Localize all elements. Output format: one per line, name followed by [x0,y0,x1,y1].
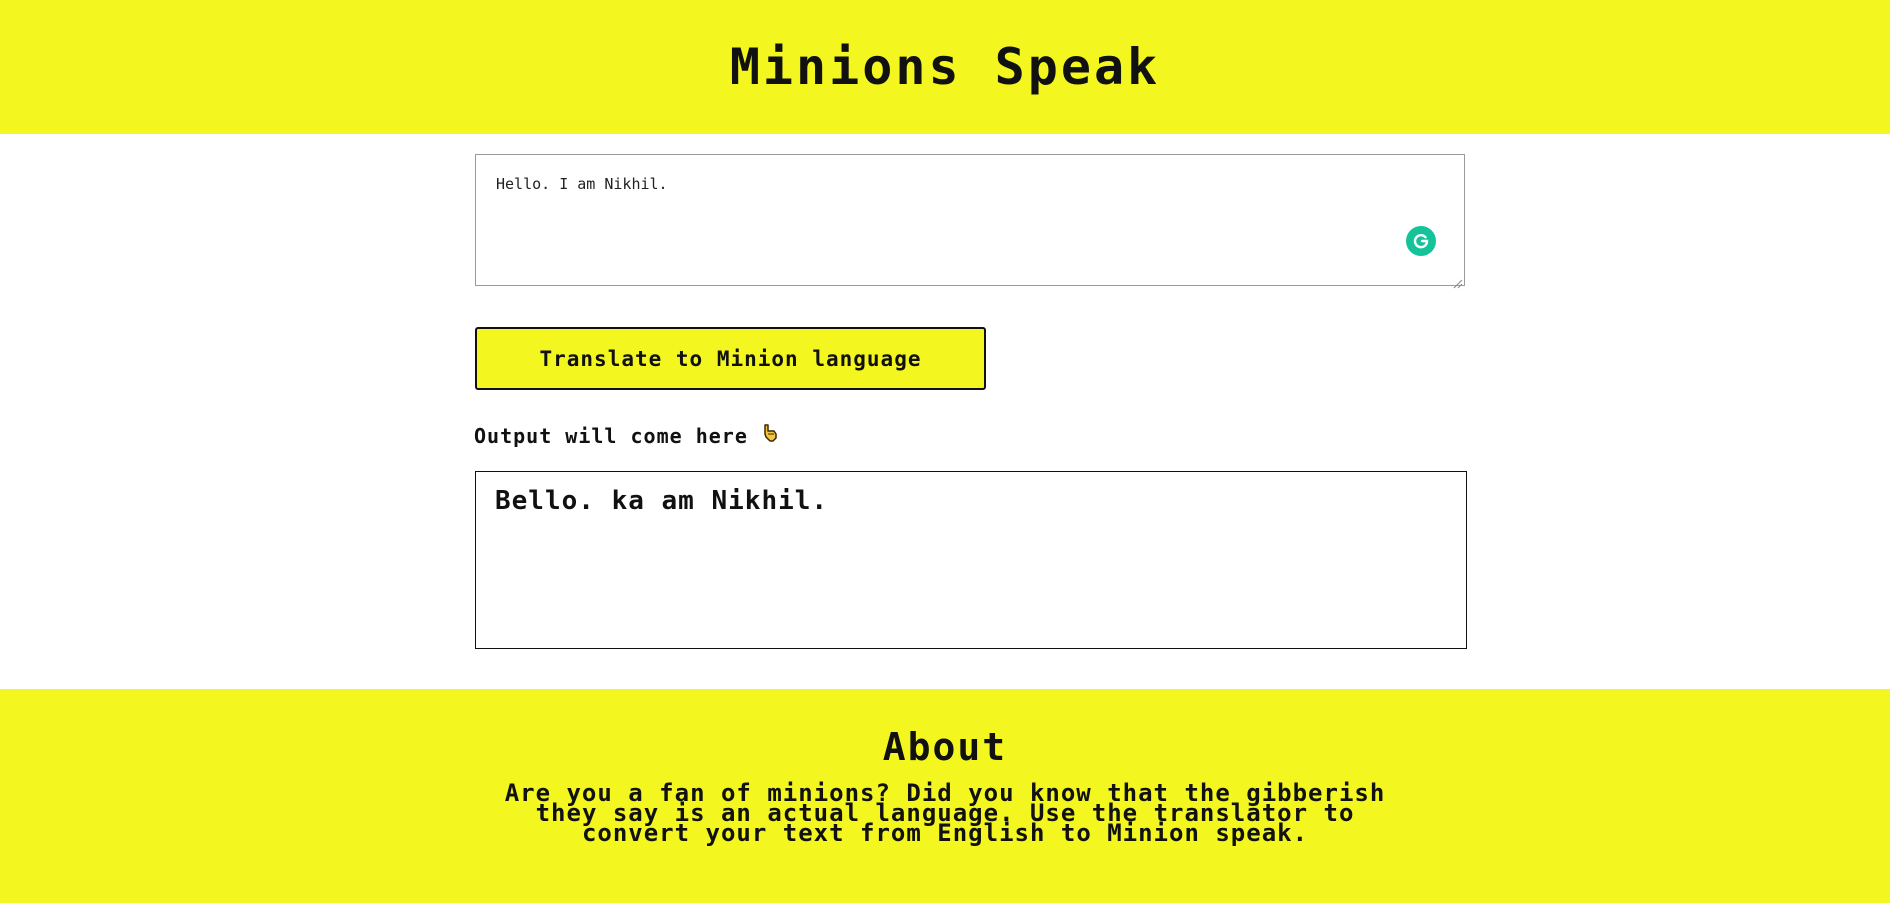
output-label: Output will come here [474,423,778,448]
about-title: About [882,725,1008,769]
output-box: Bello. ka am Nikhil. [475,471,1467,649]
translate-button[interactable]: Translate to Minion language [475,327,986,390]
pointing-down-hand-icon [762,423,778,448]
resize-handle-icon[interactable] [1453,274,1463,289]
about-section: About Are you a fan of minions? Did you … [0,689,1890,903]
page-title: Minions Speak [729,38,1161,96]
page-header: Minions Speak [0,0,1890,134]
text-input[interactable]: Hello. I am Nikhil. [475,154,1465,286]
about-text: Are you a fan of minions? Did you know t… [504,779,1386,847]
grammarly-icon[interactable] [1406,226,1436,256]
translator-section: Hello. I am Nikhil. Translate to Minion … [0,134,1890,689]
output-label-text: Output will come here [474,423,748,448]
